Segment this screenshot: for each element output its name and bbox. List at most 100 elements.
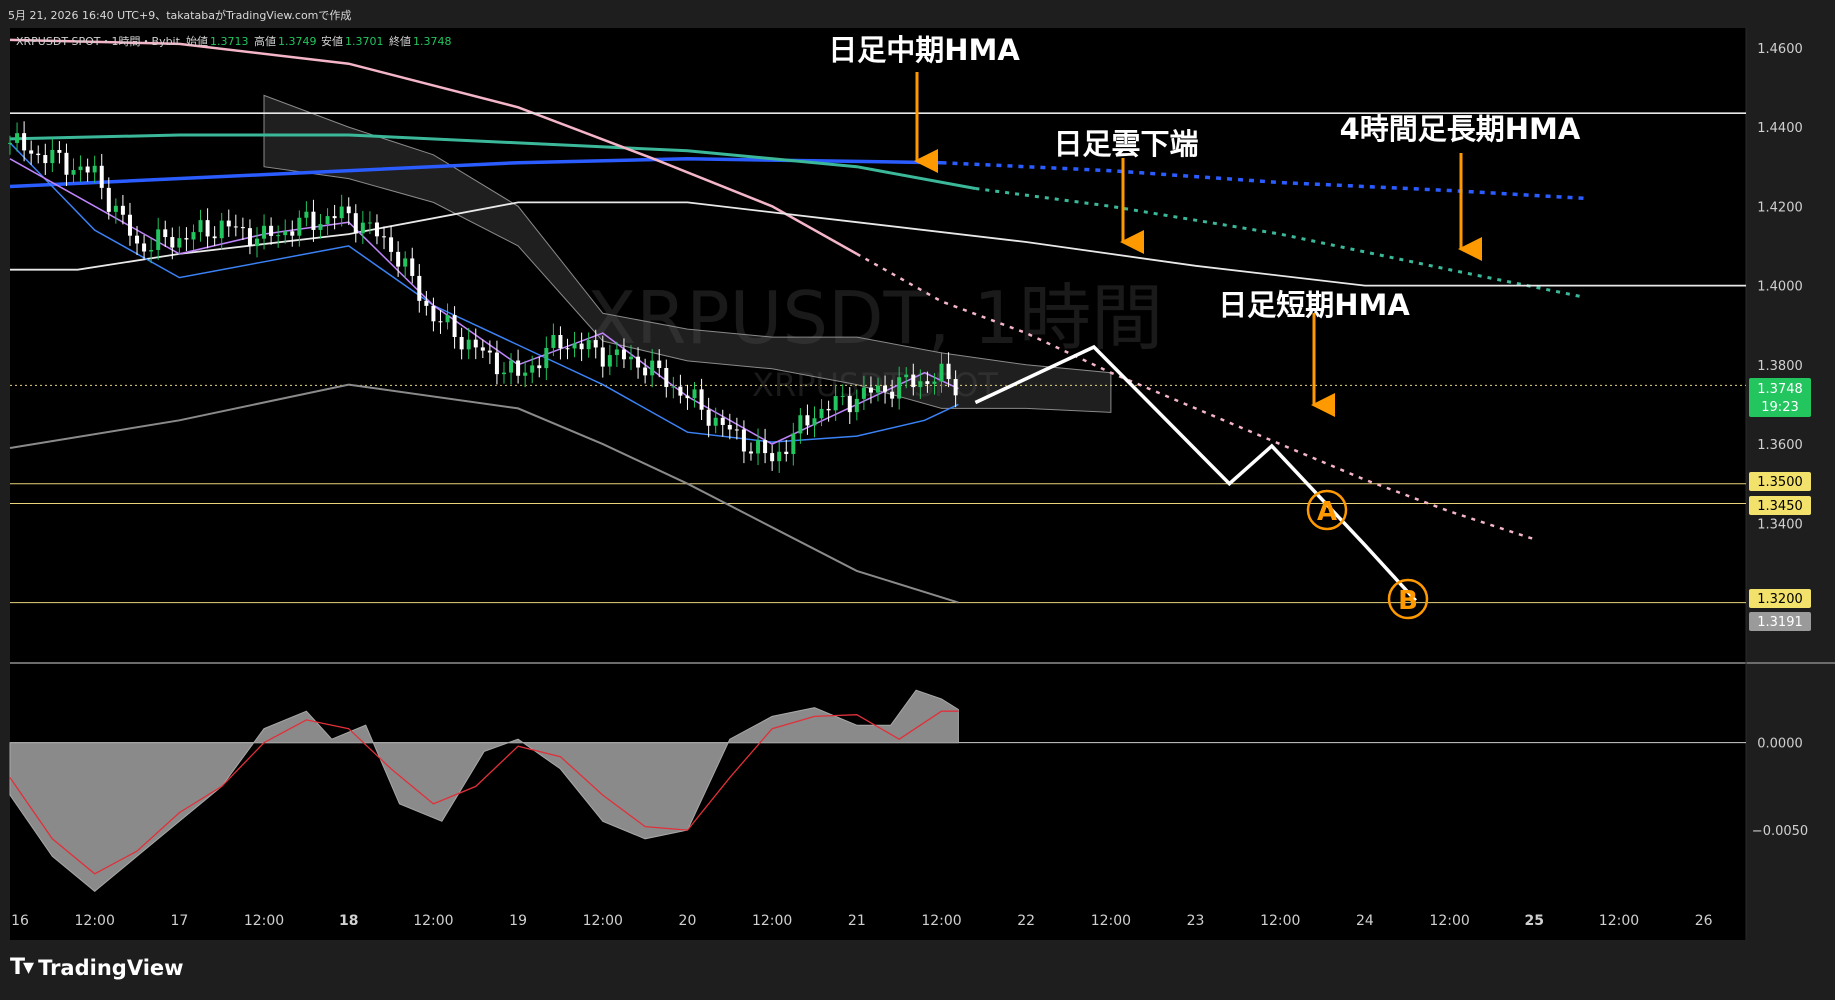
candle-body xyxy=(847,395,852,413)
candle-body xyxy=(671,386,676,388)
annotation-h4-long-hma-label: 4時間足長期HMA xyxy=(1340,112,1581,146)
candle-body xyxy=(417,275,422,301)
ohlc-low-value: 1.3701 xyxy=(345,35,384,48)
time-tick-2: 17 xyxy=(170,913,188,929)
time-tick-5: 12:00 xyxy=(413,913,453,929)
candle-body xyxy=(78,166,83,171)
ohlc-high-value: 1.3749 xyxy=(278,35,317,48)
candle-body xyxy=(805,415,810,426)
candle-body xyxy=(149,249,154,252)
time-tick-11: 12:00 xyxy=(921,913,961,929)
tradingview-logo-text: TradingView xyxy=(38,955,184,980)
candle-body xyxy=(537,365,542,369)
candle-body xyxy=(840,395,845,397)
candle-body xyxy=(135,235,140,244)
candle-body xyxy=(50,149,55,164)
price-tag-level-4-text: 1.3191 xyxy=(1757,615,1803,630)
osc-tick-0: 0.0000 xyxy=(1757,737,1803,752)
ohlc-close-value: 1.3748 xyxy=(413,35,452,48)
candle-body xyxy=(494,352,499,375)
candle-body xyxy=(198,220,203,233)
candle-body xyxy=(269,225,274,236)
price-tag-current-price: 1.3748 xyxy=(1757,382,1803,397)
candle-body xyxy=(473,339,478,348)
candle-body xyxy=(904,374,909,378)
candle-body xyxy=(120,205,125,215)
candle-body xyxy=(191,232,196,240)
candle-body xyxy=(233,226,238,228)
time-tick-14: 23 xyxy=(1187,913,1205,929)
candle-body xyxy=(410,258,415,276)
candle-body xyxy=(332,216,337,219)
candle-body xyxy=(22,133,27,151)
top-caption-bar: 5月 21, 2026 16:40 UTC+9、takatabaがTrading… xyxy=(0,0,1835,28)
candle-body xyxy=(678,386,683,396)
time-tick-10: 21 xyxy=(848,913,866,929)
time-tick-3: 12:00 xyxy=(244,913,284,929)
price-tick-3: 1.4000 xyxy=(1757,280,1803,295)
price-tick-0: 1.4600 xyxy=(1757,42,1803,57)
candle-body xyxy=(586,340,591,350)
candle-body xyxy=(177,238,182,248)
candle-body xyxy=(501,372,506,375)
candle-body xyxy=(727,424,732,430)
time-tick-6: 19 xyxy=(509,913,527,929)
price-tag-level-4: 1.3191 xyxy=(1749,612,1811,631)
candle-body xyxy=(445,315,450,323)
price-tick-1: 1.4400 xyxy=(1757,121,1803,136)
candle-body xyxy=(325,216,330,225)
time-tick-12: 22 xyxy=(1017,913,1035,929)
candle-body xyxy=(459,337,464,350)
symbol-line: XRPUSDT SPOT・1時間・Bybit xyxy=(16,35,181,48)
candle-body xyxy=(452,315,457,338)
candle-body xyxy=(353,213,358,234)
candle-body xyxy=(184,238,189,240)
candle-body xyxy=(593,340,598,348)
candle-body xyxy=(71,170,76,175)
candle-body xyxy=(868,387,873,393)
candle-body xyxy=(15,133,20,143)
price-tag-level-3: 1.3200 xyxy=(1749,589,1811,608)
candle-body xyxy=(558,335,563,349)
candle-body xyxy=(530,365,535,373)
candle-body xyxy=(36,153,41,156)
candle-body xyxy=(953,379,958,396)
candle-body xyxy=(29,150,34,154)
ohlc-low-label: 安値 xyxy=(321,34,343,48)
tradingview-logo[interactable]: T▾ TradingView xyxy=(10,955,184,980)
annotation-daily-mid-hma-label: 日足中期HMA xyxy=(828,33,1020,67)
chart-canvas[interactable]: XRPUSDT, 1時間 XRPUSDT SPOT 1.46001.44001.… xyxy=(0,28,1835,940)
candle-body xyxy=(403,258,408,267)
candle-body xyxy=(734,429,739,431)
price-tick-6: 1.3400 xyxy=(1757,517,1803,532)
candle-body xyxy=(551,335,556,348)
candle-body xyxy=(763,440,768,454)
candle-body xyxy=(918,381,923,388)
candle-body xyxy=(812,418,817,426)
marker-a-label: A xyxy=(1317,497,1337,527)
tradingview-logo-icon: T▾ xyxy=(10,955,34,980)
candle-body xyxy=(389,237,394,252)
price-tick-5: 1.3600 xyxy=(1757,438,1803,453)
ohlc-high-label: 高値 xyxy=(254,34,276,48)
candle-body xyxy=(92,165,97,173)
candle-body xyxy=(614,349,619,356)
candle-body xyxy=(650,360,655,376)
candle-body xyxy=(283,231,288,236)
marker-b-label: B xyxy=(1398,586,1418,616)
candle-body xyxy=(156,229,161,250)
price-tag-level-1-text: 1.3500 xyxy=(1757,475,1803,490)
candle-body xyxy=(276,235,281,237)
candle-body xyxy=(8,142,12,144)
price-tag-countdown: 19:23 xyxy=(1761,400,1798,415)
candle-body xyxy=(509,360,514,373)
candle-body xyxy=(770,453,775,462)
candle-body xyxy=(706,409,711,426)
candle-body xyxy=(382,236,387,238)
candle-body xyxy=(396,251,401,267)
candle-body xyxy=(699,389,704,410)
candle-body xyxy=(516,360,521,376)
candle-body xyxy=(784,451,789,455)
candle-body xyxy=(544,347,549,369)
price-tag-level-2-text: 1.3450 xyxy=(1757,499,1803,514)
